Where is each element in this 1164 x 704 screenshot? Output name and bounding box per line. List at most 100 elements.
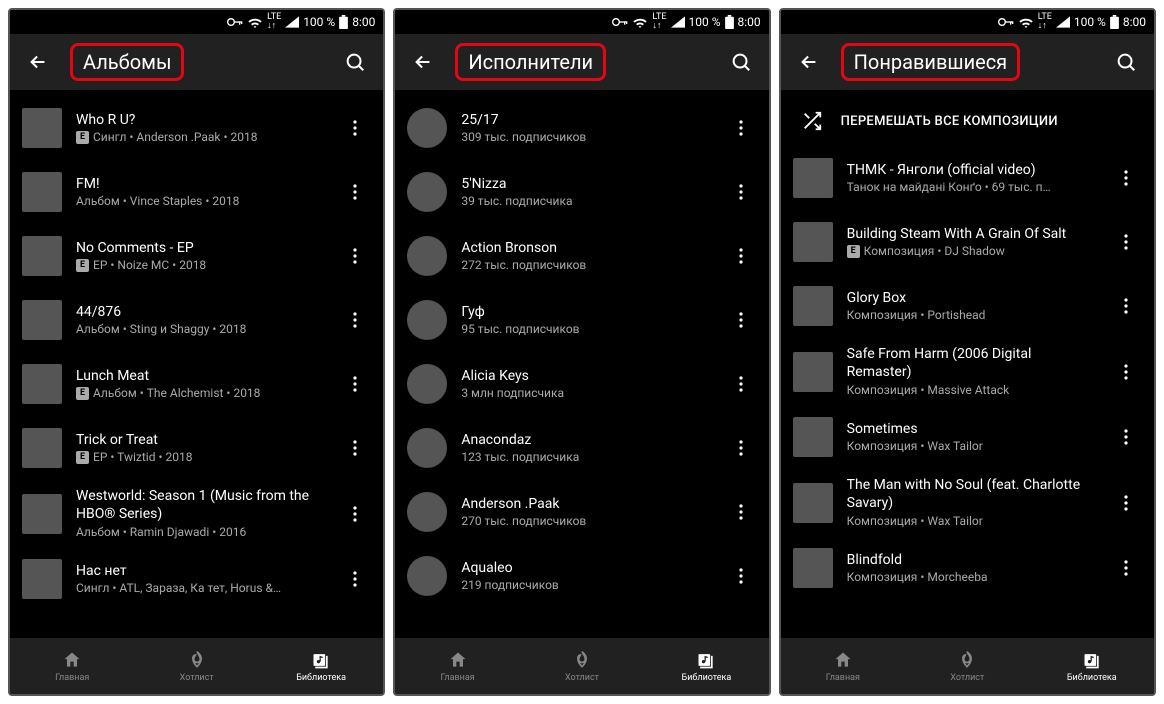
more-options-button[interactable] xyxy=(725,172,757,212)
more-options-button[interactable] xyxy=(1110,222,1142,262)
list-item[interactable]: Trick or Treat EEP • Twiztid • 2018 xyxy=(10,416,383,480)
list-item[interactable]: Blindfold Композиция • Morcheeba xyxy=(781,536,1154,600)
item-thumbnail xyxy=(793,286,833,326)
more-options-button[interactable] xyxy=(1110,417,1142,457)
back-button[interactable] xyxy=(403,42,443,82)
more-options-button[interactable] xyxy=(725,300,757,340)
nav-library[interactable]: Библиотека xyxy=(259,638,383,694)
item-thumbnail xyxy=(22,364,62,404)
content-list[interactable]: Who R U? EСингл • Anderson .Paak • 2018 … xyxy=(10,90,383,638)
item-thumbnail xyxy=(407,300,447,340)
more-options-button[interactable] xyxy=(725,364,757,404)
more-options-button[interactable] xyxy=(339,494,371,534)
list-item[interactable]: Sometimes Композиция • Wax Tailor xyxy=(781,405,1154,469)
lte-label: LTE↓↑ xyxy=(652,13,666,31)
more-options-button[interactable] xyxy=(1110,483,1142,523)
phone-screen-2: LTE↓↑ 100 % 8:00 Понравившиеся ПЕРЕМЕШАТ… xyxy=(779,8,1156,696)
more-options-button[interactable] xyxy=(1110,158,1142,198)
list-item[interactable]: 44/876 Альбом • Sting и Shaggy • 2018 xyxy=(10,288,383,352)
item-subtitle: Композиция • Wax Tailor xyxy=(847,439,1096,453)
item-info: Westworld: Season 1 (Music from the HBO®… xyxy=(76,488,325,539)
more-options-button[interactable] xyxy=(339,428,371,468)
search-button[interactable] xyxy=(1106,42,1146,82)
back-button[interactable] xyxy=(789,42,829,82)
nav-home[interactable]: Главная xyxy=(395,638,519,694)
item-info: Нас нет Сингл • ATL, Зараза, Ка тет, Hor… xyxy=(76,563,325,595)
item-title: Action Bronson xyxy=(461,240,710,256)
list-item[interactable]: FM! Альбом • Vince Staples • 2018 xyxy=(10,160,383,224)
home-icon xyxy=(832,649,854,671)
item-info: Trick or Treat EEP • Twiztid • 2018 xyxy=(76,432,325,464)
more-options-button[interactable] xyxy=(339,172,371,212)
list-item[interactable]: Alicia Keys 3 млн подписчика xyxy=(395,352,768,416)
list-item[interactable]: The Man with No Soul (feat. Charlotte Sa… xyxy=(781,469,1154,536)
nav-home[interactable]: Главная xyxy=(10,638,134,694)
bottom-nav: Главная Хотлист Библиотека xyxy=(395,638,768,694)
item-info: 25/17 309 тыс. подписчиков xyxy=(461,112,710,144)
explicit-badge: E xyxy=(76,387,89,400)
clock: 8:00 xyxy=(1123,15,1146,29)
item-subtitle: 309 тыс. подписчиков xyxy=(461,130,710,144)
more-options-button[interactable] xyxy=(1110,352,1142,392)
vpn-key-icon xyxy=(998,17,1014,27)
item-subtitle: EКомпозиция • DJ Shadow xyxy=(847,244,1096,258)
list-item[interactable]: Action Bronson 272 тыс. подписчиков xyxy=(395,224,768,288)
shuffle-all-button[interactable]: ПЕРЕМЕШАТЬ ВСЕ КОМПОЗИЦИИ xyxy=(781,96,1154,146)
home-icon xyxy=(447,649,469,671)
explicit-badge: E xyxy=(76,451,89,464)
more-options-button[interactable] xyxy=(339,300,371,340)
list-item[interactable]: ТНМК - Янголи (official video) Танок на … xyxy=(781,146,1154,210)
more-options-button[interactable] xyxy=(725,556,757,596)
more-options-button[interactable] xyxy=(339,236,371,276)
more-options-button[interactable] xyxy=(725,492,757,532)
nav-hotlist[interactable]: Хотлист xyxy=(520,638,644,694)
list-item[interactable]: Building Steam With A Grain Of Salt EКом… xyxy=(781,210,1154,274)
list-item[interactable]: Glory Box Композиция • Portishead xyxy=(781,274,1154,338)
item-thumbnail xyxy=(22,236,62,276)
item-thumbnail xyxy=(22,172,62,212)
nav-library[interactable]: Библиотека xyxy=(644,638,768,694)
more-options-button[interactable] xyxy=(1110,286,1142,326)
list-item[interactable]: 5'Nizza 39 тыс. подписчика xyxy=(395,160,768,224)
more-options-button[interactable] xyxy=(339,108,371,148)
item-info: 5'Nizza 39 тыс. подписчика xyxy=(461,176,710,208)
back-button[interactable] xyxy=(18,42,58,82)
content-list[interactable]: ПЕРЕМЕШАТЬ ВСЕ КОМПОЗИЦИИ ТНМК - Янголи … xyxy=(781,90,1154,638)
list-item[interactable]: Anderson .Paak 270 тыс. подписчиков xyxy=(395,480,768,544)
content-list[interactable]: 25/17 309 тыс. подписчиков 5'Nizza 39 ты… xyxy=(395,90,768,638)
item-subtitle: EСингл • Anderson .Paak • 2018 xyxy=(76,130,325,144)
more-options-button[interactable] xyxy=(1110,548,1142,588)
item-subtitle: 95 тыс. подписчиков xyxy=(461,322,710,336)
signal-icon xyxy=(671,16,685,28)
more-options-button[interactable] xyxy=(725,108,757,148)
list-item[interactable]: No Comments - EP EEP • Noize MC • 2018 xyxy=(10,224,383,288)
list-item[interactable]: Who R U? EСингл • Anderson .Paak • 2018 xyxy=(10,96,383,160)
search-button[interactable] xyxy=(335,42,375,82)
signal-icon xyxy=(1056,16,1070,28)
list-item[interactable]: Aqualeo 219 подписчиков xyxy=(395,544,768,608)
item-info: Гуф 95 тыс. подписчиков xyxy=(461,304,710,336)
item-thumbnail xyxy=(22,428,62,468)
list-item[interactable]: Нас нет Сингл • ATL, Зараза, Ка тет, Hor… xyxy=(10,547,383,611)
more-options-button[interactable] xyxy=(339,364,371,404)
list-item[interactable]: Гуф 95 тыс. подписчиков xyxy=(395,288,768,352)
list-item[interactable]: Safe From Harm (2006 Digital Remaster) К… xyxy=(781,338,1154,405)
list-item[interactable]: Lunch Meat EАльбом • The Alchemist • 201… xyxy=(10,352,383,416)
library-icon xyxy=(695,649,717,671)
item-info: Safe From Harm (2006 Digital Remaster) К… xyxy=(847,346,1096,397)
app-bar: Исполнители xyxy=(395,34,768,90)
more-options-button[interactable] xyxy=(725,428,757,468)
more-options-button[interactable] xyxy=(339,559,371,599)
nav-home[interactable]: Главная xyxy=(781,638,905,694)
item-subtitle: 39 тыс. подписчика xyxy=(461,194,710,208)
more-options-button[interactable] xyxy=(725,236,757,276)
list-item[interactable]: Anacondaz 123 тыс. подписчика xyxy=(395,416,768,480)
list-item[interactable]: 25/17 309 тыс. подписчиков xyxy=(395,96,768,160)
list-item[interactable]: Westworld: Season 1 (Music from the HBO®… xyxy=(10,480,383,547)
nav-hotlist[interactable]: Хотлист xyxy=(134,638,258,694)
search-button[interactable] xyxy=(721,42,761,82)
nav-hotlist[interactable]: Хотлист xyxy=(905,638,1029,694)
item-title: Lunch Meat xyxy=(76,368,325,384)
nav-library[interactable]: Библиотека xyxy=(1030,638,1154,694)
item-info: Who R U? EСингл • Anderson .Paak • 2018 xyxy=(76,112,325,144)
